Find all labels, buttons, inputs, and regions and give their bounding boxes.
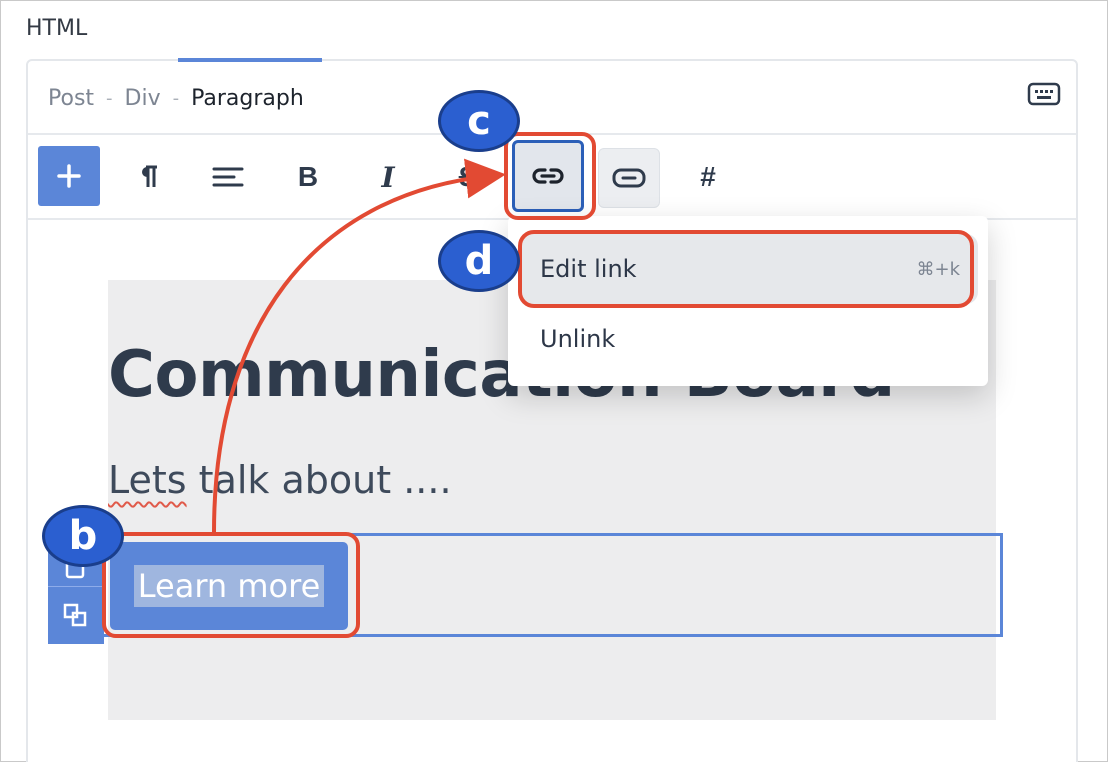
unlink-label: Unlink (540, 325, 616, 353)
breadcrumb: Post - Div - Paragraph (48, 86, 304, 111)
page-subtitle[interactable]: Lets talk about .... (108, 458, 452, 502)
breadcrumb-paragraph[interactable]: Paragraph (191, 86, 304, 111)
block-tools-divider (48, 586, 104, 587)
misspelled-word: Lets (108, 458, 187, 502)
pilcrow-icon (142, 165, 157, 187)
breadcrumb-post[interactable]: Post (48, 86, 94, 111)
paragraph-button[interactable] (118, 148, 178, 206)
breadcrumb-separator: - (106, 88, 113, 109)
active-tab-indicator (178, 58, 322, 62)
keyboard-icon[interactable] (1027, 82, 1061, 106)
annotation-badge-b: b (42, 505, 124, 567)
button-icon (612, 168, 646, 188)
align-left-icon (212, 167, 244, 187)
italic-button[interactable]: I (358, 148, 418, 206)
duplicate-icon[interactable] (62, 602, 88, 628)
button-block-button[interactable] (598, 148, 660, 208)
align-button[interactable] (198, 148, 258, 206)
highlight-edit-link (518, 230, 974, 308)
plus-icon (57, 164, 81, 188)
strikethrough-button[interactable]: S (438, 148, 498, 206)
highlight-link-button (504, 132, 596, 220)
breadcrumb-separator: - (172, 88, 180, 109)
section-label: HTML (26, 16, 88, 41)
unlink-menu-item[interactable]: Unlink (508, 304, 988, 374)
annotation-badge-c: c (438, 90, 520, 152)
annotation-badge-d: d (438, 230, 520, 292)
anchor-button[interactable]: # (678, 148, 738, 206)
breadcrumb-div[interactable]: Div (125, 86, 161, 111)
bold-button[interactable]: B (278, 148, 338, 206)
add-block-button[interactable] (38, 146, 100, 206)
subtitle-rest: talk about .... (186, 458, 452, 502)
highlight-learn-more (102, 532, 360, 638)
